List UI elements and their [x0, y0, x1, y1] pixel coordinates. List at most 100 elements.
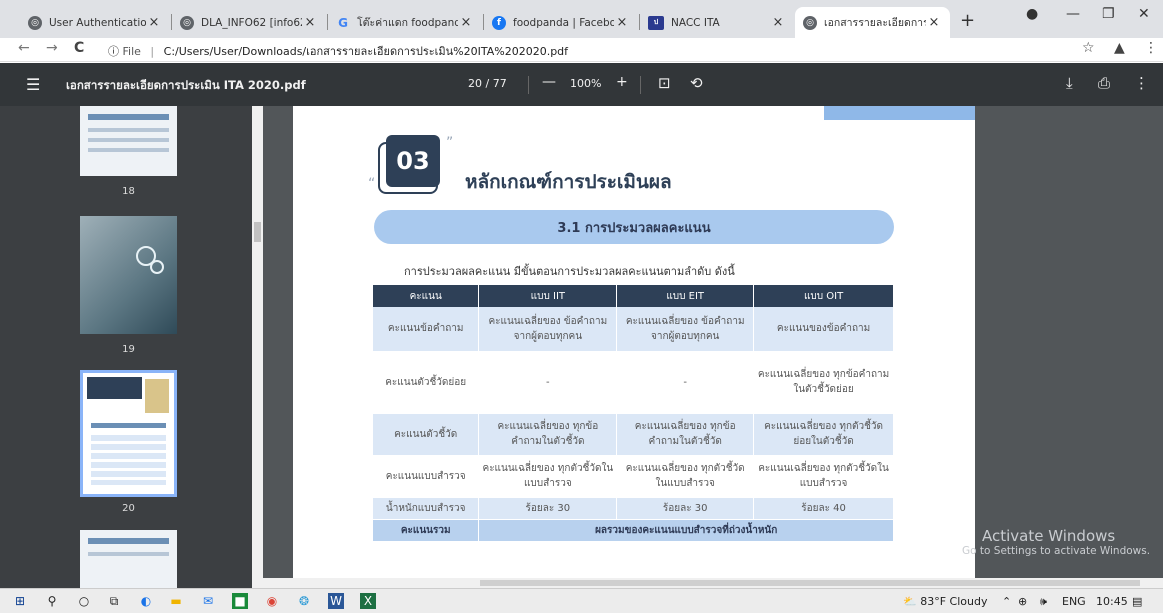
- tab-user-authentication[interactable]: ◎ User Authentication ×: [20, 7, 170, 38]
- table-cell: ร้อยละ 30: [616, 497, 755, 520]
- thumb-table: [91, 435, 166, 485]
- reload-button[interactable]: C: [74, 40, 84, 56]
- page-number-input[interactable]: 20: [468, 77, 482, 90]
- menu-icon[interactable]: ☰: [26, 75, 40, 94]
- download-icon[interactable]: ⤓: [1066, 74, 1073, 92]
- forward-button[interactable]: →: [46, 40, 58, 56]
- more-menu-icon[interactable]: ⋮: [1144, 40, 1158, 56]
- info-icon[interactable]: ⓘ: [108, 45, 119, 58]
- thumbnail-page-21[interactable]: [80, 530, 177, 588]
- zoom-level[interactable]: 100%: [570, 77, 601, 90]
- edge-icon[interactable]: ◐: [138, 593, 154, 609]
- thumbnail-label: 18: [122, 186, 135, 197]
- toolbar-divider: [640, 76, 641, 94]
- close-window-icon[interactable]: ✕: [1138, 6, 1150, 22]
- table-cell: คะแนนตัวชี้วัดย่อย: [373, 351, 480, 414]
- close-icon[interactable]: ×: [146, 15, 162, 30]
- cortana-icon[interactable]: ○: [76, 593, 92, 609]
- clock[interactable]: 10:45: [1096, 595, 1128, 608]
- page-total: / 77: [485, 77, 507, 90]
- table-cell: คะแนนแบบสำรวจ: [373, 455, 480, 498]
- tab-dla-info62[interactable]: ◎ DLA_INFO62 [info62- ×: [172, 7, 326, 38]
- close-icon[interactable]: ×: [458, 15, 474, 30]
- back-button[interactable]: ←: [18, 40, 30, 56]
- pdf-toolbar: ☰ เอกสารรายละเอียดการประเมิน ITA 2020.pd…: [0, 63, 1163, 106]
- thumbnail-page-18[interactable]: [80, 106, 177, 176]
- excel-icon[interactable]: X: [360, 593, 376, 609]
- windows-start-icon[interactable]: ⊞: [12, 593, 28, 609]
- new-tab-button[interactable]: +: [960, 10, 975, 31]
- table-cell: คะแนนเฉลี่ยของ ทุกข้อคำถามในตัวชี้วัด: [478, 413, 618, 456]
- account-icon[interactable]: ▲: [1114, 40, 1125, 56]
- tab-title: User Authentication: [49, 16, 146, 29]
- zoom-out-button[interactable]: —: [542, 74, 556, 90]
- column-header: แบบ EIT: [616, 285, 755, 307]
- taskbar: ⊞ ⚲ ○ ⧉ ◐ ▬ ✉ ■ ◉ ❂ W X ⛅ 83°F Cloudy ⌃ …: [0, 588, 1163, 613]
- weather-icon: ⛅: [903, 595, 917, 608]
- thumbnail-page-19[interactable]: [80, 216, 177, 334]
- weather-widget[interactable]: ⛅ 83°F Cloudy: [903, 595, 987, 608]
- tab-pdf-document[interactable]: ◎ เอกสารรายละเอียดการประเ ×: [795, 7, 950, 38]
- activate-windows-title: Activate Windows: [982, 527, 1116, 545]
- google-icon: G: [338, 15, 348, 30]
- volume-icon[interactable]: 🕪: [1040, 595, 1047, 609]
- thumb-graphic: [145, 379, 169, 413]
- column-header: แบบ IIT: [478, 285, 618, 307]
- table-row: คะแนนแบบสำรวจ คะแนนเฉลี่ยของ ทุกตัวชี้วั…: [373, 455, 894, 498]
- table-row: คะแนนตัวชี้วัด คะแนนเฉลี่ยของ ทุกข้อคำถา…: [373, 413, 894, 456]
- close-icon[interactable]: ×: [770, 15, 786, 30]
- file-explorer-icon[interactable]: ▬: [168, 593, 184, 609]
- minimize-icon[interactable]: —: [1066, 6, 1080, 22]
- page-indicator[interactable]: 20 / 77: [468, 77, 507, 90]
- restore-icon[interactable]: ❐: [1102, 6, 1115, 22]
- sidebar-scroll-thumb[interactable]: [254, 222, 261, 242]
- globe-icon: ◎: [180, 15, 194, 30]
- rotate-icon[interactable]: ⟲: [690, 74, 703, 92]
- thumbnail-page-20[interactable]: [80, 370, 177, 497]
- table-header-row: คะแนน แบบ IIT แบบ EIT แบบ OIT: [373, 285, 894, 307]
- table-cell: คะแนนตัวชี้วัด: [373, 413, 480, 456]
- tab-foodpanda-facebook[interactable]: f foodpanda | Facebook ×: [484, 7, 638, 38]
- notification-icon[interactable]: ▤: [1132, 595, 1142, 608]
- language-indicator[interactable]: ENG: [1062, 595, 1086, 608]
- profile-icon[interactable]: ●: [1026, 6, 1038, 22]
- activate-windows-subtitle: Go to Settings to activate Windows.: [962, 545, 1151, 557]
- tab-title: DLA_INFO62 [info62-: [201, 16, 302, 29]
- print-icon[interactable]: ⎙: [1098, 74, 1110, 92]
- show-hidden-icons-icon[interactable]: ⌃: [1002, 595, 1011, 608]
- table-cell: -: [478, 351, 618, 414]
- quote-mark: “: [368, 176, 376, 192]
- close-icon[interactable]: ×: [614, 15, 630, 30]
- thumbnail-sidebar: 18 19 20: [0, 106, 252, 588]
- table-cell: ร้อยละ 30: [478, 497, 618, 520]
- close-icon[interactable]: ×: [302, 15, 318, 30]
- line-app-icon[interactable]: ■: [232, 593, 248, 609]
- tab-title: NACC ITA: [671, 16, 720, 29]
- tab-google-foodpanda[interactable]: G โต๊ะค่าแดก foodpanda ×: [328, 7, 482, 38]
- thumb-line: [88, 148, 169, 152]
- search-icon[interactable]: ⚲: [44, 593, 60, 609]
- app-icon[interactable]: ❂: [296, 593, 312, 609]
- thumb-line: [88, 538, 169, 544]
- mail-icon[interactable]: ✉: [200, 593, 216, 609]
- fit-page-icon[interactable]: ⊡: [658, 74, 671, 92]
- word-icon[interactable]: W: [328, 593, 344, 609]
- zoom-in-button[interactable]: +: [616, 74, 628, 90]
- network-icon[interactable]: ⊕: [1018, 595, 1027, 608]
- column-header: แบบ OIT: [753, 285, 894, 307]
- table-cell: คะแนนของข้อคำถาม: [753, 307, 894, 352]
- address-bar[interactable]: ⓘ File | C:/Users/User/Downloads/เอกสารร…: [108, 42, 568, 60]
- more-options-icon[interactable]: ⋮: [1134, 74, 1149, 92]
- close-icon[interactable]: ×: [926, 15, 942, 30]
- thumb-line: [88, 114, 169, 120]
- horizontal-scroll-thumb[interactable]: [480, 580, 1140, 586]
- thumb-line: [88, 138, 169, 142]
- table-cell: คะแนนข้อคำถาม: [373, 307, 480, 352]
- facebook-icon: f: [492, 15, 506, 30]
- task-view-icon[interactable]: ⧉: [106, 593, 122, 609]
- tab-nacc-ita[interactable]: ป NACC ITA ×: [640, 7, 794, 38]
- star-icon[interactable]: ☆: [1082, 40, 1095, 56]
- table-cell: คะแนนรวม: [373, 519, 480, 542]
- chrome-icon[interactable]: ◉: [264, 593, 280, 609]
- sidebar-scrollbar[interactable]: [252, 106, 263, 588]
